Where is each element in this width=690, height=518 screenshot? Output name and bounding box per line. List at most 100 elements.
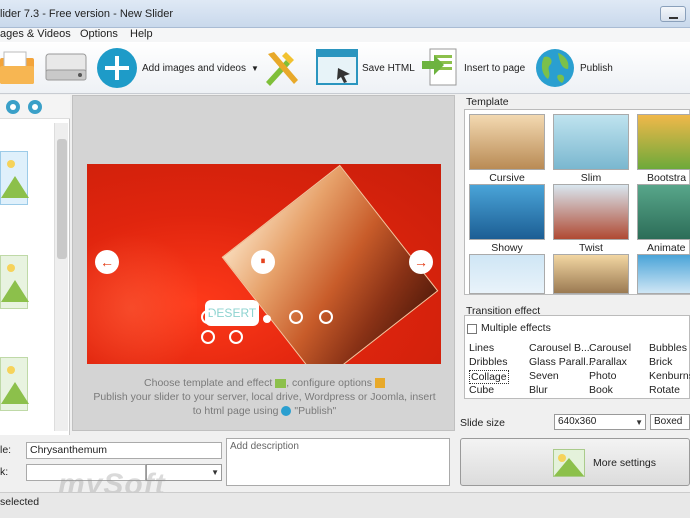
more-settings-label: More settings: [593, 457, 657, 469]
hill-shape: [1, 280, 29, 302]
settings-button[interactable]: [260, 46, 304, 90]
effect-item[interactable]: Cube: [469, 384, 494, 396]
status-bar: selected: [0, 492, 690, 518]
more-settings-button[interactable]: More settings: [460, 438, 690, 486]
hill-shape: [1, 382, 29, 404]
slide-title-input[interactable]: Chrysanthemum: [26, 442, 222, 459]
toolbar: Add images and videos ▼ Save HTML Insert…: [0, 42, 690, 94]
template-bootstrap-label: Bootstra: [647, 172, 687, 184]
description-textarea[interactable]: Add description: [226, 438, 450, 486]
status-text: selected: [0, 496, 40, 508]
help-hint: Choose template and effect , configure o…: [93, 376, 436, 418]
menu-help[interactable]: Help: [130, 28, 153, 40]
chevron-down-icon: ▼: [211, 468, 219, 477]
effect-item[interactable]: Dribbles: [469, 356, 508, 368]
rotate-left-icon[interactable]: [6, 100, 20, 114]
template-twist[interactable]: [553, 184, 629, 240]
template-showy[interactable]: [469, 184, 545, 240]
effect-item[interactable]: Seven: [529, 370, 559, 382]
template-thumbnail[interactable]: [637, 254, 690, 294]
slide-thumbnail[interactable]: [0, 255, 29, 309]
effect-item[interactable]: Blur: [529, 384, 548, 396]
slide-size-label: Slide size: [460, 417, 505, 429]
effect-item[interactable]: Photo: [589, 370, 616, 382]
title-field-label: le:: [0, 444, 12, 456]
slide-list-scrollbar[interactable]: [54, 123, 68, 431]
bullet-dot[interactable]: [289, 310, 303, 324]
next-arrow-button[interactable]: →: [409, 250, 433, 274]
hint-line2: Publish your slider to your server, loca…: [93, 391, 436, 403]
sun-shape: [7, 366, 15, 374]
template-twist-label: Twist: [579, 242, 603, 254]
slide-mode-value: Boxed: [654, 416, 683, 427]
multiple-effects-checkbox[interactable]: [467, 324, 477, 334]
globe-mini-icon: [281, 406, 292, 417]
save-html-label: Save HTML: [362, 62, 415, 74]
template-slim-label: Slim: [580, 172, 602, 184]
rotate-right-icon[interactable]: [28, 100, 42, 114]
menu-options[interactable]: Options: [80, 28, 118, 40]
effect-item[interactable]: Rotate: [649, 384, 680, 396]
add-circle-icon: [97, 48, 137, 88]
preview-area: ← → ⏸ DESERT Choose template and effect …: [72, 95, 455, 431]
effect-item-selected[interactable]: Collage: [469, 370, 509, 384]
template-thumbnail[interactable]: [469, 254, 545, 294]
bullet-dot-active[interactable]: [263, 315, 271, 323]
publish-label: Publish: [580, 62, 613, 74]
open-button[interactable]: [0, 46, 36, 90]
bullet-dot[interactable]: [319, 310, 333, 324]
template-cursive[interactable]: [469, 114, 545, 170]
insert-to-page-button[interactable]: Insert to page: [420, 46, 525, 90]
template-cursive-label: Cursive: [489, 172, 525, 184]
link-field-label: k:: [0, 466, 9, 478]
template-slim[interactable]: [553, 114, 629, 170]
slide-thumbnail-selected[interactable]: [0, 151, 29, 205]
slide-size-value: 640x360: [558, 416, 597, 427]
add-images-button[interactable]: Add images and videos ▼: [96, 46, 259, 90]
bullet-dot[interactable]: [201, 330, 215, 344]
sun-shape: [7, 160, 15, 168]
insert-page-icon: [422, 48, 457, 86]
minimize-button[interactable]: [660, 6, 686, 22]
slide-list-toolbar: [0, 95, 70, 119]
effect-item[interactable]: Bubbles: [649, 342, 687, 354]
save-project-button[interactable]: [44, 46, 88, 90]
hill-shape: [1, 176, 29, 198]
effect-item[interactable]: Carousel B...: [529, 342, 590, 354]
prev-arrow-button[interactable]: ←: [95, 250, 119, 274]
scrollbar-thumb[interactable]: [57, 139, 67, 259]
chevron-down-icon[interactable]: ▼: [251, 64, 259, 73]
hint-line1b: , configure options: [286, 377, 373, 389]
template-bootstrap[interactable]: [637, 114, 690, 170]
bullet-dot[interactable]: [229, 330, 243, 344]
slide-mode-select[interactable]: Boxed: [650, 414, 690, 430]
effect-item[interactable]: Kenburns: [649, 370, 690, 382]
save-html-button[interactable]: Save HTML: [316, 46, 415, 90]
slide-size-select[interactable]: 640x360 ▼: [554, 414, 646, 430]
menu-images-videos[interactable]: ages & Videos: [0, 28, 71, 40]
effect-item[interactable]: Glass Parall...: [529, 356, 594, 368]
slide-thumbnail[interactable]: [0, 357, 29, 411]
slide-list-panel: [0, 95, 70, 435]
effect-list: Multiple effects Lines Dribbles Collage …: [464, 315, 690, 399]
publish-button[interactable]: Publish: [534, 46, 613, 90]
effect-item[interactable]: Book: [589, 384, 613, 396]
window-title: lider 7.3 - Free version - New Slider: [0, 8, 174, 20]
pause-button[interactable]: ⏸: [251, 250, 275, 274]
template-section-label: Template: [466, 96, 509, 108]
menu-bar: ages & Videos Options Help: [0, 28, 690, 42]
slide-preview: ← → ⏸ DESERT: [87, 164, 441, 364]
effect-item[interactable]: Parallax: [589, 356, 627, 368]
template-thumbnail[interactable]: [553, 254, 629, 294]
browser-window-icon: [316, 49, 358, 85]
bullet-dot[interactable]: [201, 310, 215, 324]
globe-icon: [536, 49, 574, 87]
folder-icon: [0, 51, 34, 84]
settings-panel: Template Cursive Slim Bootstra Showy Twi…: [458, 95, 690, 435]
effect-item[interactable]: Lines: [469, 342, 494, 354]
template-animate[interactable]: [637, 184, 690, 240]
template-showy-label: Showy: [491, 242, 523, 254]
image-settings-icon: [553, 449, 585, 477]
effect-item[interactable]: Brick: [649, 356, 672, 368]
effect-item[interactable]: Carousel: [589, 342, 631, 354]
